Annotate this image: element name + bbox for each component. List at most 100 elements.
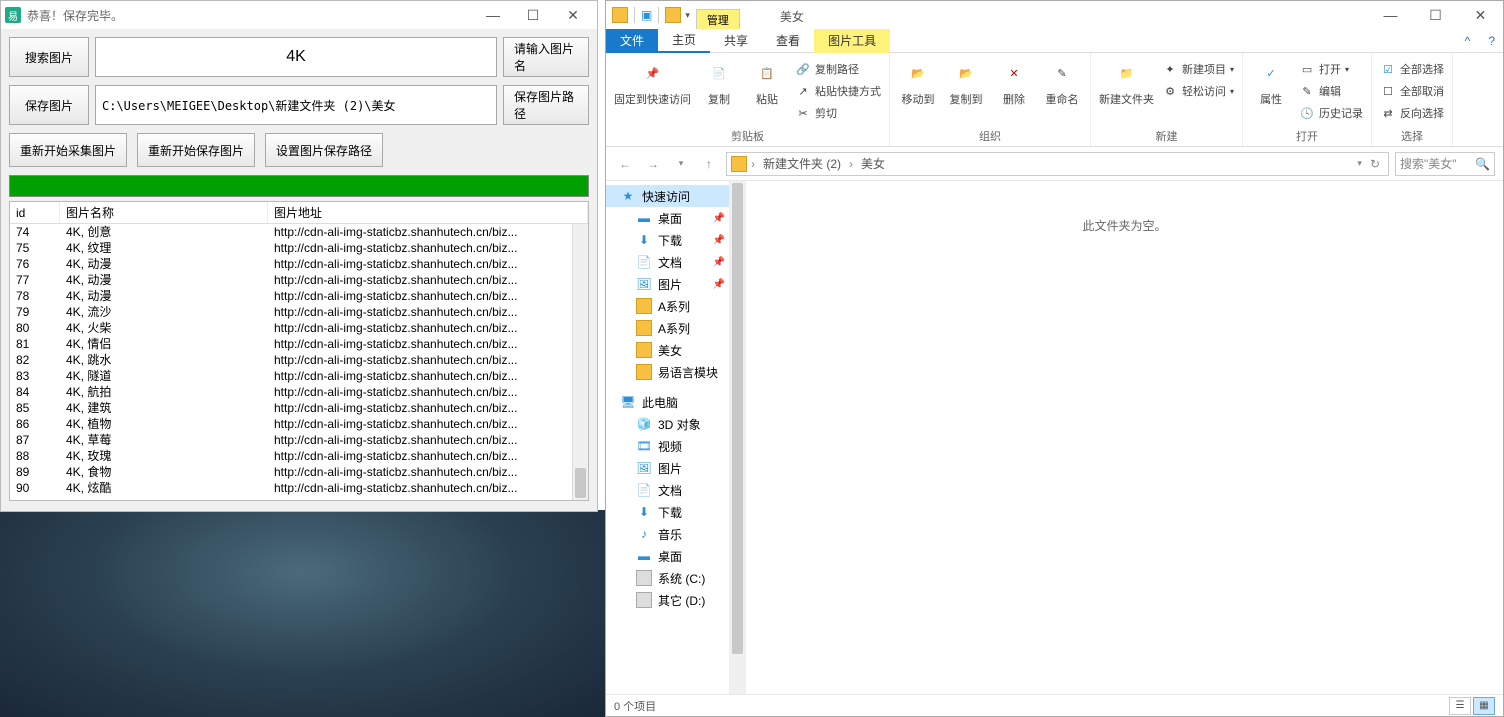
save-image-button[interactable]: 保存图片 <box>9 85 89 125</box>
tree-downloads[interactable]: ⬇下载📌 <box>606 229 745 251</box>
pin-quickaccess-button[interactable]: 📌固定到快速访问 <box>614 57 691 107</box>
header-name[interactable]: 图片名称 <box>60 202 268 223</box>
header-id[interactable]: id <box>10 202 60 223</box>
open-button[interactable]: ▭打开 ▾ <box>1299 59 1363 79</box>
restart-collect-button[interactable]: 重新开始采集图片 <box>9 133 127 167</box>
tree-drive-c[interactable]: 系统 (C:) <box>606 567 745 589</box>
maximize-button[interactable]: ☐ <box>513 1 553 29</box>
tree-downloads2[interactable]: ⬇下载 <box>606 501 745 523</box>
search-image-button[interactable]: 搜索图片 <box>9 37 89 77</box>
list-scrollbar[interactable] <box>572 224 588 500</box>
table-row[interactable]: 894K, 食物http://cdn-ali-img-staticbz.shan… <box>10 464 588 480</box>
save-path-input[interactable]: C:\Users\MEIGEE\Desktop\新建文件夹 (2)\美女 <box>95 85 497 125</box>
dropdown-icon[interactable]: ▾ <box>1357 158 1362 169</box>
qat-dropdown-icon[interactable]: ▾ <box>685 10 690 21</box>
tab-view[interactable]: 查看 <box>762 29 814 53</box>
properties-button[interactable]: ✓属性 <box>1251 57 1291 107</box>
close-button[interactable]: ✕ <box>553 1 593 29</box>
tree-aseries1[interactable]: A系列 <box>606 295 745 317</box>
new-item-button[interactable]: ✦新建项目 ▾ <box>1162 59 1234 79</box>
copy-button[interactable]: 📄复制 <box>699 57 739 107</box>
table-row[interactable]: 764K, 动漫http://cdn-ali-img-staticbz.shan… <box>10 256 588 272</box>
recent-dropdown[interactable]: ▾ <box>670 153 692 175</box>
chevron-right-icon[interactable]: › <box>751 157 755 171</box>
help-icon[interactable]: ? <box>1480 34 1503 48</box>
minimize-button[interactable]: — <box>473 1 513 29</box>
keyword-placeholder-button[interactable]: 请输入图片名 <box>503 37 589 77</box>
tree-pictures[interactable]: 🖼图片📌 <box>606 273 745 295</box>
tree-quickaccess[interactable]: ★快速访问 <box>606 185 745 207</box>
nav-tree[interactable]: ★快速访问 ▬桌面📌 ⬇下载📌 📄文档📌 🖼图片📌 A系列 A系列 美女 易语言… <box>606 181 746 694</box>
paste-button[interactable]: 📋粘贴 <box>747 57 787 107</box>
tree-3dobjects[interactable]: 🧊3D 对象 <box>606 413 745 435</box>
tree-music[interactable]: ♪音乐 <box>606 523 745 545</box>
tab-share[interactable]: 共享 <box>710 29 762 53</box>
set-save-path-button[interactable]: 设置图片保存路径 <box>265 133 383 167</box>
table-row[interactable]: 744K, 创意http://cdn-ali-img-staticbz.shan… <box>10 224 588 240</box>
move-to-button[interactable]: 📂移动到 <box>898 57 938 107</box>
cut-button[interactable]: ✂剪切 <box>795 103 881 123</box>
table-row[interactable]: 754K, 纹理http://cdn-ali-img-staticbz.shan… <box>10 240 588 256</box>
table-row[interactable]: 834K, 隧道http://cdn-ali-img-staticbz.shan… <box>10 368 588 384</box>
restart-save-button[interactable]: 重新开始保存图片 <box>137 133 255 167</box>
table-row[interactable]: 824K, 跳水http://cdn-ali-img-staticbz.shan… <box>10 352 588 368</box>
tab-file[interactable]: 文件 <box>606 29 658 53</box>
explorer-titlebar[interactable]: ▣ ▾ 管理 美女 — ☐ ✕ <box>606 1 1503 29</box>
table-row[interactable]: 784K, 动漫http://cdn-ali-img-staticbz.shan… <box>10 288 588 304</box>
tree-videos[interactable]: 🎞视频 <box>606 435 745 457</box>
history-button[interactable]: 🕓历史记录 <box>1299 103 1363 123</box>
table-row[interactable]: 844K, 航拍http://cdn-ali-img-staticbz.shan… <box>10 384 588 400</box>
table-row[interactable]: 884K, 玫瑰http://cdn-ali-img-staticbz.shan… <box>10 448 588 464</box>
tree-pictures2[interactable]: 🖼图片 <box>606 457 745 479</box>
minimize-button[interactable]: — <box>1368 1 1413 29</box>
table-row[interactable]: 864K, 植物http://cdn-ali-img-staticbz.shan… <box>10 416 588 432</box>
edit-button[interactable]: ✎编辑 <box>1299 81 1363 101</box>
ribbon-collapse-icon[interactable]: ^ <box>1455 34 1481 48</box>
copy-path-button[interactable]: 🔗复制路径 <box>795 59 881 79</box>
table-row[interactable]: 874K, 草莓http://cdn-ali-img-staticbz.shan… <box>10 432 588 448</box>
easy-access-button[interactable]: ⚙轻松访问 ▾ <box>1162 81 1234 101</box>
context-tab-manage[interactable]: 管理 <box>696 9 740 29</box>
table-row[interactable]: 774K, 动漫http://cdn-ali-img-staticbz.shan… <box>10 272 588 288</box>
select-none-button[interactable]: ☐全部取消 <box>1380 81 1444 101</box>
content-pane[interactable]: 此文件夹为空。 <box>746 181 1503 694</box>
header-url[interactable]: 图片地址 <box>268 202 588 223</box>
tree-documents2[interactable]: 📄文档 <box>606 479 745 501</box>
select-all-button[interactable]: ☑全部选择 <box>1380 59 1444 79</box>
app-titlebar[interactable]: 易 恭喜！保存完毕。 — ☐ ✕ <box>1 1 597 29</box>
chevron-right-icon[interactable]: › <box>849 157 853 171</box>
tree-desktop2[interactable]: ▬桌面 <box>606 545 745 567</box>
close-button[interactable]: ✕ <box>1458 1 1503 29</box>
table-row[interactable]: 804K, 火柴http://cdn-ali-img-staticbz.shan… <box>10 320 588 336</box>
search-box[interactable]: 搜索"美女"🔍 <box>1395 152 1495 176</box>
delete-button[interactable]: ✕删除 <box>994 57 1034 107</box>
tree-aseries2[interactable]: A系列 <box>606 317 745 339</box>
tab-picture-tools[interactable]: 图片工具 <box>814 29 890 53</box>
tree-thispc[interactable]: 🖥此电脑 <box>606 391 745 413</box>
new-folder-button[interactable]: 📁新建文件夹 <box>1099 57 1154 107</box>
table-row[interactable]: 814K, 情侣http://cdn-ali-img-staticbz.shan… <box>10 336 588 352</box>
breadcrumb[interactable]: 新建文件夹 (2) <box>759 155 845 172</box>
tree-yimodule[interactable]: 易语言模块 <box>606 361 745 383</box>
table-row[interactable]: 854K, 建筑http://cdn-ali-img-staticbz.shan… <box>10 400 588 416</box>
tree-scrollbar[interactable] <box>729 181 745 694</box>
tree-desktop[interactable]: ▬桌面📌 <box>606 207 745 229</box>
tab-home[interactable]: 主页 <box>658 29 710 53</box>
back-button[interactable]: ← <box>614 153 636 175</box>
keyword-input[interactable]: 4K <box>95 37 497 77</box>
save-path-button[interactable]: 保存图片路径 <box>503 85 589 125</box>
up-button[interactable]: ↑ <box>698 153 720 175</box>
copy-to-button[interactable]: 📂复制到 <box>946 57 986 107</box>
maximize-button[interactable]: ☐ <box>1413 1 1458 29</box>
image-list[interactable]: id 图片名称 图片地址 744K, 创意http://cdn-ali-img-… <box>9 201 589 501</box>
refresh-icon[interactable]: ↻ <box>1366 157 1384 171</box>
table-row[interactable]: 794K, 流沙http://cdn-ali-img-staticbz.shan… <box>10 304 588 320</box>
details-view-button[interactable]: ☰ <box>1449 697 1471 715</box>
forward-button[interactable]: → <box>642 153 664 175</box>
table-row[interactable]: 904K, 炫酷http://cdn-ali-img-staticbz.shan… <box>10 480 588 496</box>
breadcrumb-box[interactable]: › 新建文件夹 (2) › 美女 ▾ ↻ <box>726 152 1389 176</box>
breadcrumb[interactable]: 美女 <box>857 155 889 172</box>
invert-selection-button[interactable]: ⇄反向选择 <box>1380 103 1444 123</box>
icons-view-button[interactable]: ▦ <box>1473 697 1495 715</box>
tree-documents[interactable]: 📄文档📌 <box>606 251 745 273</box>
